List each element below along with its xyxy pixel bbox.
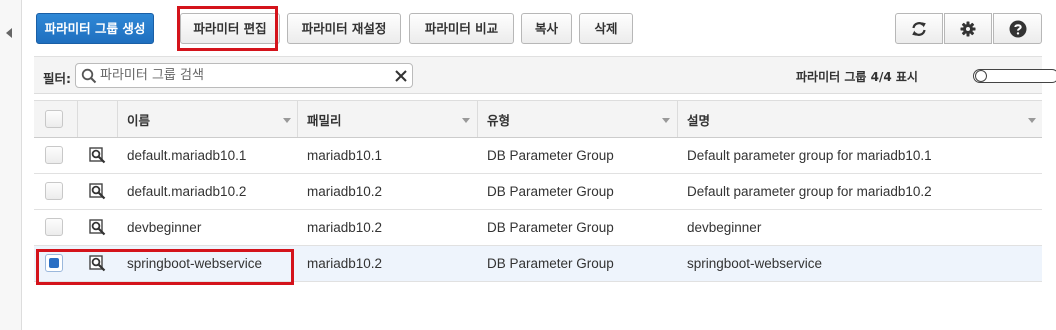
view-details-icon[interactable] bbox=[89, 183, 106, 200]
clear-search-icon[interactable] bbox=[394, 69, 408, 83]
column-divider bbox=[677, 101, 678, 137]
create-parameter-group-button[interactable]: 파라미터 그룹 생성 bbox=[36, 13, 154, 44]
refresh-button[interactable] bbox=[895, 13, 943, 44]
column-divider bbox=[117, 101, 118, 137]
side-panel-strip bbox=[0, 0, 22, 330]
column-divider bbox=[297, 101, 298, 137]
row-checkbox[interactable] bbox=[45, 182, 63, 200]
settings-button[interactable] bbox=[944, 13, 992, 44]
cell-name: springboot-webservice bbox=[127, 256, 263, 271]
column-header-type[interactable]: 유형 bbox=[487, 101, 647, 137]
cell-description: Default parameter group for mariadb10.1 bbox=[687, 148, 932, 163]
view-toggle[interactable] bbox=[973, 69, 1056, 83]
view-details-icon[interactable] bbox=[89, 219, 106, 236]
cell-description: Default parameter group for mariadb10.2 bbox=[687, 184, 932, 199]
cell-name: devbeginner bbox=[127, 220, 202, 235]
cell-family: mariadb10.2 bbox=[307, 184, 383, 199]
cell-name: default.mariadb10.2 bbox=[127, 184, 247, 199]
view-details-icon[interactable] bbox=[89, 147, 106, 164]
cell-name: default.mariadb10.1 bbox=[127, 148, 247, 163]
cell-type: DB Parameter Group bbox=[487, 148, 614, 163]
sort-type-icon[interactable] bbox=[662, 118, 670, 123]
cell-description: devbeginner bbox=[687, 220, 762, 235]
table-header: 이름 패밀리 유형 설명 bbox=[34, 100, 1042, 138]
sort-name-icon[interactable] bbox=[283, 118, 291, 123]
row-checkbox[interactable] bbox=[45, 146, 63, 164]
table-row[interactable]: devbeginner mariadb10.2 DB Parameter Gro… bbox=[34, 210, 1042, 246]
cell-type: DB Parameter Group bbox=[487, 184, 614, 199]
column-divider bbox=[77, 101, 78, 137]
row-checkbox[interactable] bbox=[45, 218, 63, 236]
column-header-description[interactable]: 설명 bbox=[687, 101, 987, 137]
help-icon bbox=[1009, 20, 1026, 37]
filter-bar: 필터: 파라미터 그룹 4/4 표시 bbox=[34, 56, 1056, 94]
table-row[interactable]: springboot-webservice mariadb10.2 DB Par… bbox=[34, 246, 1042, 282]
filter-label: 필터: bbox=[43, 71, 71, 86]
sort-description-icon[interactable] bbox=[1028, 118, 1036, 123]
result-count: 파라미터 그룹 4/4 표시 bbox=[796, 70, 918, 84]
column-header-name[interactable]: 이름 bbox=[127, 101, 287, 137]
table-row[interactable]: default.mariadb10.2 mariadb10.2 DB Param… bbox=[34, 174, 1042, 210]
column-header-family[interactable]: 패밀리 bbox=[307, 101, 467, 137]
cell-family: mariadb10.1 bbox=[307, 148, 383, 163]
view-details-icon[interactable] bbox=[89, 255, 106, 272]
select-all-checkbox[interactable] bbox=[45, 110, 63, 128]
help-button[interactable] bbox=[993, 13, 1042, 44]
cell-type: DB Parameter Group bbox=[487, 256, 614, 271]
column-divider bbox=[477, 101, 478, 137]
search-input[interactable] bbox=[100, 66, 380, 85]
cell-type: DB Parameter Group bbox=[487, 220, 614, 235]
toggle-knob bbox=[975, 70, 987, 82]
refresh-icon bbox=[912, 21, 926, 36]
sort-family-icon[interactable] bbox=[462, 118, 470, 123]
cell-description: springboot-webservice bbox=[687, 256, 823, 271]
collapse-arrow-icon[interactable] bbox=[6, 28, 12, 38]
cell-family: mariadb10.2 bbox=[307, 220, 383, 235]
search-icon bbox=[81, 68, 97, 84]
table-row[interactable]: default.mariadb10.1 mariadb10.1 DB Param… bbox=[34, 138, 1042, 174]
delete-button[interactable]: 삭제 bbox=[579, 13, 633, 44]
row-checkbox-checked[interactable] bbox=[45, 254, 63, 272]
reset-parameters-button[interactable]: 파라미터 재설정 bbox=[287, 13, 401, 44]
copy-button[interactable]: 복사 bbox=[521, 13, 572, 44]
edit-parameters-button[interactable]: 파라미터 편집 bbox=[180, 13, 280, 44]
compare-parameters-button[interactable]: 파라미터 비교 bbox=[409, 13, 514, 44]
gear-icon bbox=[960, 21, 976, 36]
cell-family: mariadb10.2 bbox=[307, 256, 383, 271]
search-box bbox=[75, 63, 413, 88]
